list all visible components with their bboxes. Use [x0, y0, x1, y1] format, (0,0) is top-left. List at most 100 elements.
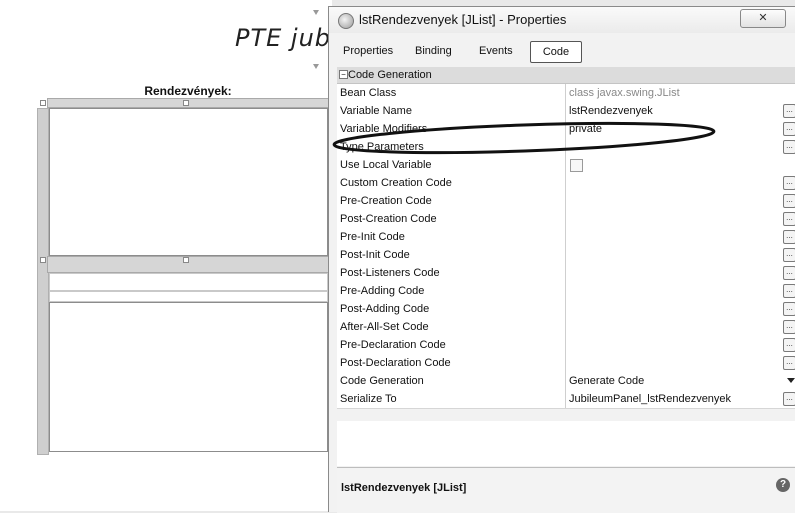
- property-name: Post-Init Code: [340, 249, 410, 261]
- property-value: class javax.swing.JList: [569, 87, 680, 99]
- category-label: Code Generation: [348, 69, 432, 81]
- property-row-post-init-code[interactable]: Post-Init Code ...: [337, 246, 795, 265]
- tab-events[interactable]: Events: [473, 41, 519, 61]
- help-icon[interactable]: ?: [776, 478, 790, 492]
- properties-window: lstRendezvenyek [JList] - Properties ✕ P…: [328, 6, 795, 513]
- empty-row-field[interactable]: [49, 273, 328, 291]
- column-divider: [565, 156, 566, 174]
- column-divider: [565, 390, 566, 408]
- property-name: Pre-Adding Code: [340, 285, 425, 297]
- ellipsis-button[interactable]: ...: [783, 248, 795, 262]
- collapse-icon[interactable]: −: [339, 70, 348, 79]
- tab-code[interactable]: Code: [530, 41, 582, 63]
- property-row-post-listeners-code[interactable]: Post-Listeners Code ...: [337, 264, 795, 283]
- property-name: Serialize To: [340, 393, 397, 405]
- resize-handle[interactable]: [183, 257, 189, 263]
- description-title: lstRendezvenyek [JList]: [341, 482, 467, 494]
- property-row-use-local-variable[interactable]: Use Local Variable: [337, 156, 795, 175]
- property-name: Variable Name: [340, 105, 412, 117]
- title-bar[interactable]: lstRendezvenyek [JList] - Properties ✕: [329, 7, 795, 33]
- column-divider: [565, 354, 566, 372]
- property-name: After-All-Set Code: [340, 321, 429, 333]
- category-code-generation[interactable]: − Code Generation: [337, 67, 795, 84]
- column-divider: [565, 282, 566, 300]
- column-divider: [565, 228, 566, 246]
- property-name: Use Local Variable: [340, 159, 432, 171]
- property-row-pre-adding-code[interactable]: Pre-Adding Code ...: [337, 282, 795, 301]
- property-row-pre-creation-code[interactable]: Pre-Creation Code ...: [337, 192, 795, 211]
- column-divider: [565, 318, 566, 336]
- ellipsis-button[interactable]: ...: [783, 392, 795, 406]
- ellipsis-button[interactable]: ...: [783, 122, 795, 136]
- property-row-post-creation-code[interactable]: Post-Creation Code ...: [337, 210, 795, 229]
- rendezvenyek-label: Rendezvények:: [47, 84, 329, 99]
- ellipsis-button[interactable]: ...: [783, 356, 795, 370]
- column-divider: [565, 300, 566, 318]
- ellipsis-button[interactable]: ...: [783, 212, 795, 226]
- rendezvenyek-list[interactable]: [49, 108, 328, 256]
- panel-title-label: PTE jub: [235, 24, 332, 52]
- resize-handle[interactable]: [40, 100, 46, 106]
- guide-marker: [313, 10, 319, 15]
- ellipsis-button[interactable]: ...: [783, 266, 795, 280]
- empty-row-field[interactable]: [49, 291, 328, 302]
- window-title: lstRendezvenyek [JList] - Properties: [359, 12, 567, 27]
- property-row-pre-init-code[interactable]: Pre-Init Code ...: [337, 228, 795, 247]
- use-local-variable-checkbox[interactable]: [570, 159, 583, 172]
- form-designer-canvas[interactable]: PTE jub Rendezvények:: [0, 0, 332, 511]
- ellipsis-button[interactable]: ...: [783, 338, 795, 352]
- left-gutter: [37, 108, 49, 455]
- property-name: Post-Creation Code: [340, 213, 437, 225]
- column-divider: [565, 336, 566, 354]
- column-divider: [565, 138, 566, 156]
- property-row-pre-declaration-code[interactable]: Pre-Declaration Code ...: [337, 336, 795, 355]
- property-value[interactable]: private: [569, 123, 602, 135]
- resize-handle[interactable]: [183, 100, 189, 106]
- property-name: Type Parameters: [340, 141, 424, 153]
- tab-properties[interactable]: Properties: [337, 41, 399, 61]
- ellipsis-button[interactable]: ...: [783, 320, 795, 334]
- property-value[interactable]: lstRendezvenyek: [569, 105, 653, 117]
- property-name: Bean Class: [340, 87, 397, 99]
- property-row-type-parameters[interactable]: Type Parameters ...: [337, 138, 795, 157]
- column-divider: [565, 246, 566, 264]
- ellipsis-button[interactable]: ...: [783, 284, 795, 298]
- ellipsis-button[interactable]: ...: [783, 140, 795, 154]
- details-text-area[interactable]: [49, 302, 328, 452]
- description-panel: lstRendezvenyek [JList] ?: [337, 467, 795, 513]
- column-divider: [565, 264, 566, 282]
- ellipsis-button[interactable]: ...: [783, 194, 795, 208]
- ellipsis-button[interactable]: ...: [783, 302, 795, 316]
- property-name: Pre-Declaration Code: [340, 339, 446, 351]
- property-row-variable-modifiers[interactable]: Variable Modifiers private ...: [337, 120, 795, 139]
- close-button[interactable]: ✕: [740, 9, 786, 28]
- property-row-post-declaration-code[interactable]: Post-Declaration Code ...: [337, 354, 795, 373]
- property-sheet-empty-area: [337, 421, 795, 466]
- bean-icon: [338, 13, 354, 29]
- property-name: Code Generation: [340, 375, 424, 387]
- column-divider: [565, 372, 566, 390]
- property-value[interactable]: JubileumPanel_lstRendezvenyek: [569, 393, 731, 405]
- property-row-variable-name[interactable]: Variable Name lstRendezvenyek ...: [337, 102, 795, 121]
- property-row-code-generation[interactable]: Code Generation Generate Code: [337, 372, 795, 391]
- column-divider: [565, 210, 566, 228]
- code-generation-select[interactable]: Generate Code: [569, 375, 644, 387]
- property-name: Post-Listeners Code: [340, 267, 440, 279]
- ellipsis-button[interactable]: ...: [783, 176, 795, 190]
- property-row-bean-class[interactable]: Bean Class class javax.swing.JList: [337, 84, 795, 103]
- property-row-after-all-set-code[interactable]: After-All-Set Code ...: [337, 318, 795, 337]
- column-divider: [565, 192, 566, 210]
- property-row-post-adding-code[interactable]: Post-Adding Code ...: [337, 300, 795, 319]
- property-row-custom-creation-code[interactable]: Custom Creation Code ...: [337, 174, 795, 193]
- guide-marker: [313, 64, 319, 69]
- property-name: Variable Modifiers: [340, 123, 428, 135]
- chevron-down-icon[interactable]: [787, 378, 795, 383]
- ellipsis-button[interactable]: ...: [783, 104, 795, 118]
- property-name: Post-Adding Code: [340, 303, 430, 315]
- property-name: Pre-Init Code: [340, 231, 405, 243]
- ellipsis-button[interactable]: ...: [783, 230, 795, 244]
- property-row-serialize-to[interactable]: Serialize To JubileumPanel_lstRendezveny…: [337, 390, 795, 409]
- resize-handle[interactable]: [40, 257, 46, 263]
- tab-binding[interactable]: Binding: [409, 41, 458, 61]
- property-name: Pre-Creation Code: [340, 195, 432, 207]
